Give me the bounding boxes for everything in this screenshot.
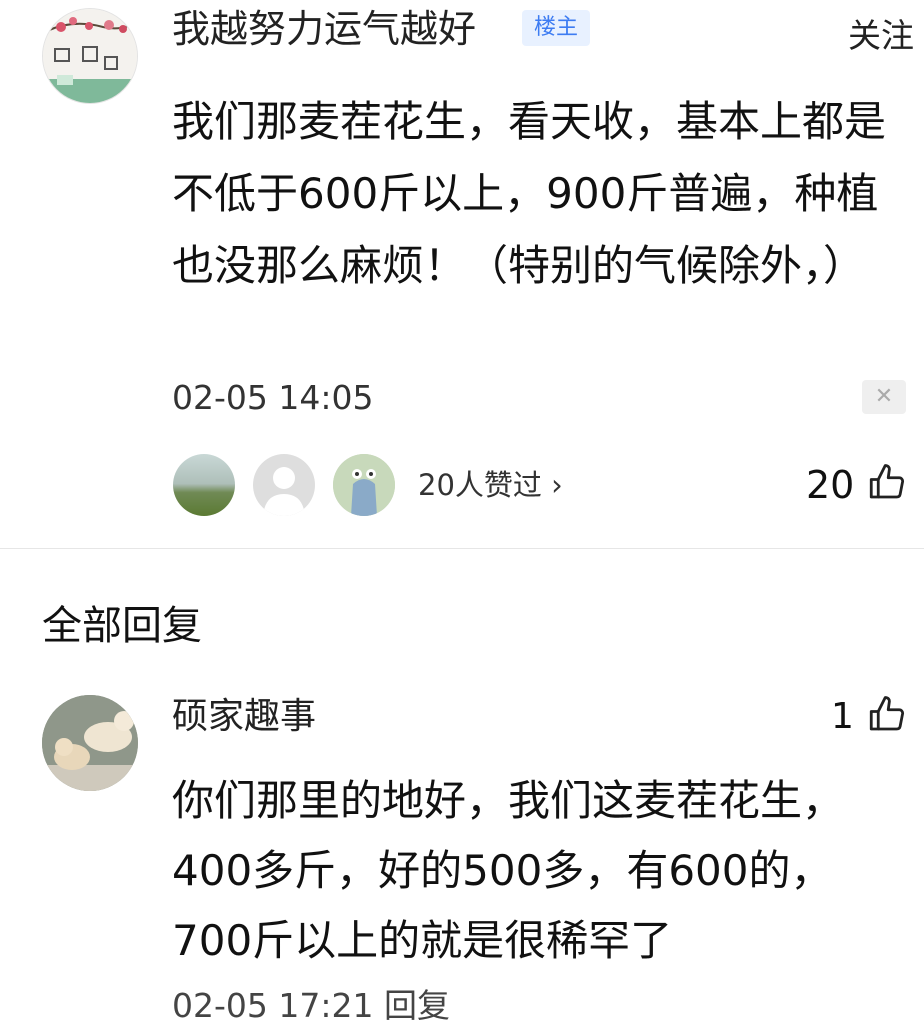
section-title: 全部回复 bbox=[42, 603, 202, 649]
op-badge: 楼主 bbox=[522, 10, 591, 46]
post-timestamp: 02-05 14:05 bbox=[172, 378, 374, 417]
thumbs-up-icon[interactable] bbox=[866, 462, 908, 504]
avatar-image bbox=[43, 9, 137, 103]
close-icon[interactable]: ✕ bbox=[862, 380, 906, 414]
author-name[interactable]: 我越努力运气越好 bbox=[172, 6, 476, 52]
author-avatar[interactable] bbox=[42, 8, 138, 104]
default-user-icon bbox=[263, 467, 305, 516]
likes-summary-text: 20人赞过 bbox=[418, 468, 542, 502]
reply-like-count: 1 bbox=[831, 696, 854, 737]
reply-timestamp: 02-05 17:21 回复 bbox=[172, 986, 450, 1025]
reply-content: 你们那里的地好，我们这麦茬花生，400多斤，好的500多，有600的，700斤以… bbox=[172, 776, 845, 965]
likes-summary-link[interactable]: 20人赞过 › bbox=[418, 467, 563, 503]
avatar-image bbox=[42, 695, 138, 791]
reply-author-avatar[interactable] bbox=[42, 695, 138, 791]
thumbs-up-icon[interactable] bbox=[866, 694, 908, 736]
post-content: 我们那麦茬花生，看天收，基本上都是不低于600斤以上，900斤普遍，种植也没那么… bbox=[172, 97, 887, 290]
section-divider bbox=[0, 548, 924, 549]
follow-button[interactable]: 关注 bbox=[848, 16, 914, 56]
avatar-image bbox=[333, 454, 395, 516]
liker-avatar[interactable] bbox=[253, 454, 315, 516]
reply-author-name[interactable]: 硕家趣事 bbox=[172, 695, 316, 739]
liker-avatar[interactable] bbox=[333, 454, 395, 516]
liker-avatar[interactable] bbox=[173, 454, 235, 516]
chevron-right-icon: › bbox=[551, 468, 563, 502]
like-count: 20 bbox=[806, 463, 855, 507]
